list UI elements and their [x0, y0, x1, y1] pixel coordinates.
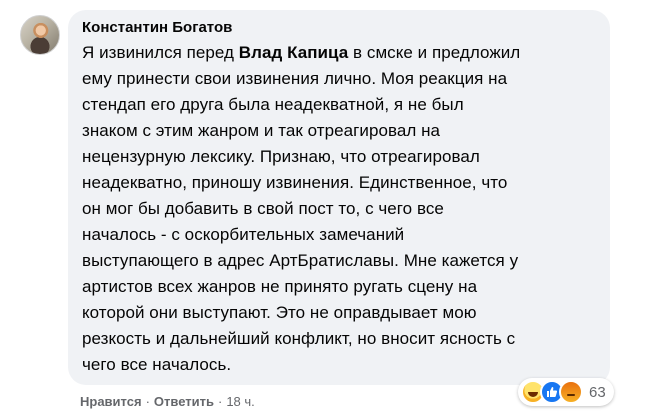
comment-author[interactable]: Константин Богатов — [82, 18, 596, 38]
comment-text-rest: в смске и предложил ему принести свои из… — [82, 43, 521, 374]
comment-text-start: Я извинился перед — [82, 43, 239, 62]
reply-button[interactable]: Ответить — [154, 393, 214, 411]
like-button[interactable]: Нравится — [80, 393, 142, 411]
separator: · — [217, 394, 223, 409]
angry-icon — [559, 380, 583, 404]
reaction-count: 63 — [589, 383, 606, 401]
comment-bubble: Константин Богатов Я извинился перед Вла… — [68, 10, 610, 385]
reactions-summary[interactable]: 63 — [518, 378, 614, 406]
timestamp[interactable]: 18 ч. — [226, 393, 254, 411]
mention-link[interactable]: Влад Капица — [239, 43, 348, 62]
avatar[interactable] — [20, 15, 60, 55]
comment-text: Я извинился перед Влад Капица в смске и … — [82, 40, 587, 378]
comment-actions: Нравится · Ответить · 18 ч. — [80, 393, 255, 411]
separator: · — [145, 394, 150, 409]
